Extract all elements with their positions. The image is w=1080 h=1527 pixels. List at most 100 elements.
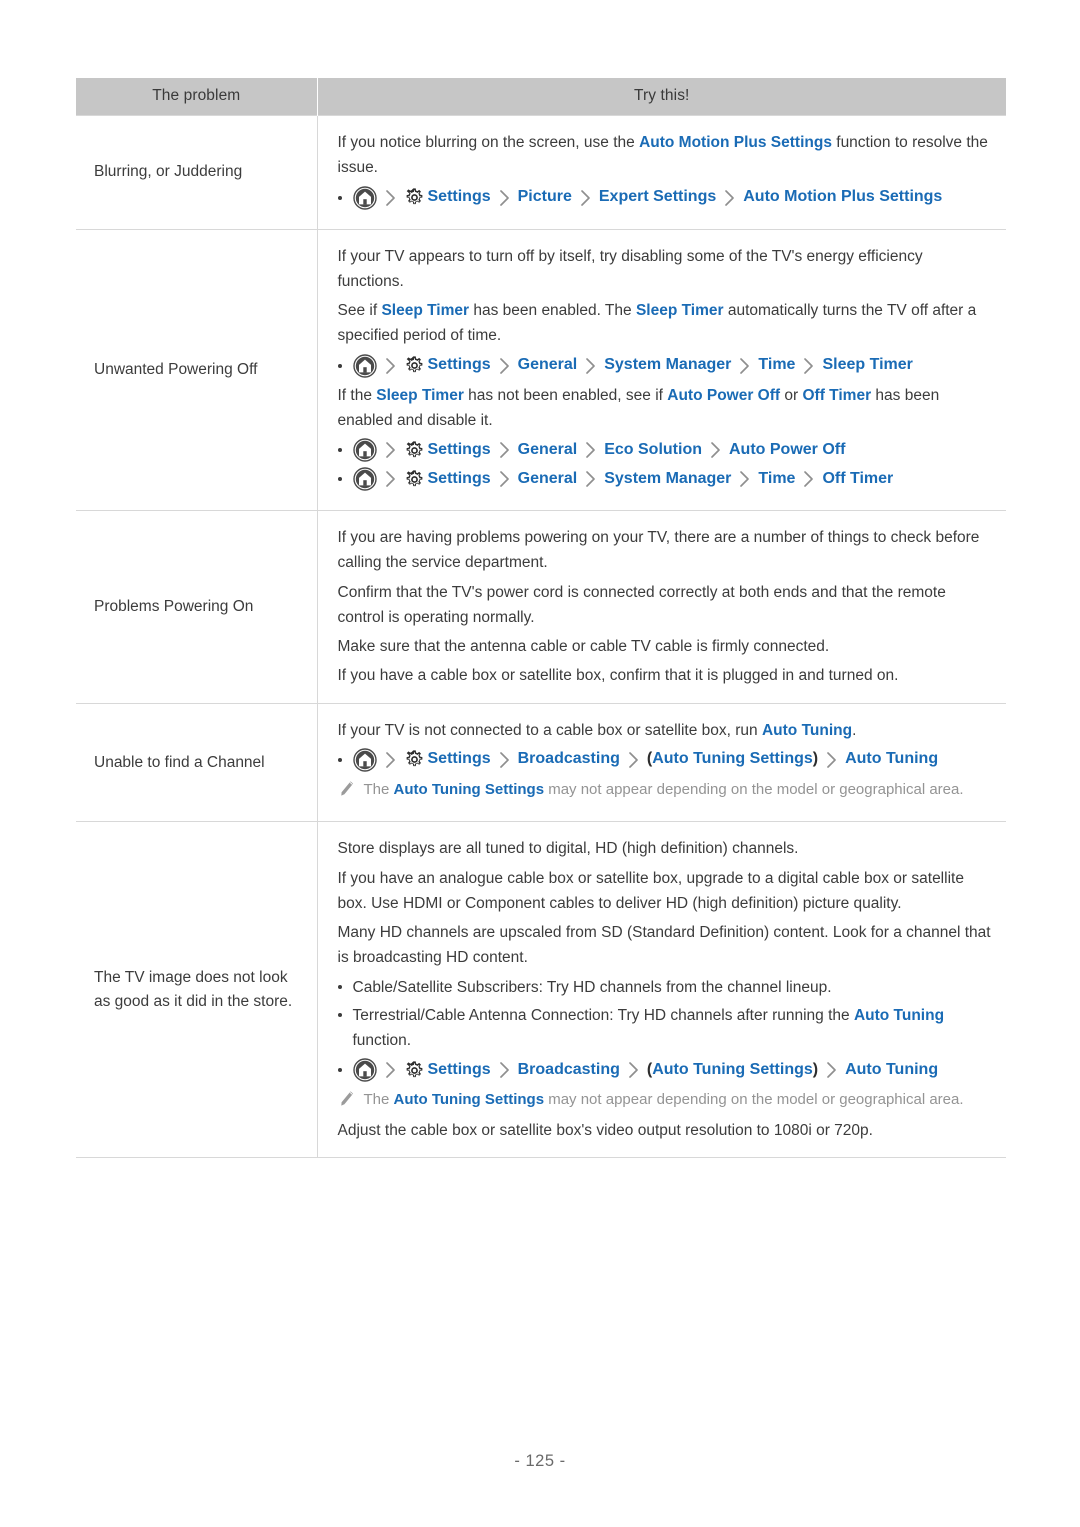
inline-text: Terrestrial/Cable Antenna Connection: Tr… [352, 1006, 854, 1024]
path-segment[interactable]: Settings [428, 355, 491, 376]
path-segment[interactable]: General [518, 440, 578, 461]
settings-path: Settings General Eco Solution Auto Power Of… [337, 438, 993, 462]
solution-paragraph: If you notice blurring on the screen, us… [338, 130, 993, 181]
path-segment[interactable]: Picture [518, 187, 572, 208]
manual-page: The problem Try this! Blurring, or Judde… [0, 0, 1080, 1527]
inline-text: Store displays are all tuned to digital,… [337, 840, 799, 858]
inline-highlight: Sleep Timer [635, 302, 724, 319]
inline-highlight: Auto Tuning Settings [393, 780, 545, 798]
inline-text: Adjust the cable box or satellite box's … [337, 1121, 873, 1139]
solution-paragraph: Adjust the cable box or satellite box's … [338, 1118, 993, 1143]
chevron-right-icon [384, 357, 397, 375]
path-segment[interactable]: System Manager [604, 355, 731, 376]
chevron-right-icon [498, 441, 511, 459]
settings-path: Settings Picture Expert Settings Auto Motio… [337, 185, 993, 210]
inline-highlight: Auto Tuning [853, 1006, 945, 1024]
solution-cell: Store displays are all tuned to digital,… [317, 821, 1006, 1158]
path-segment[interactable]: Time [758, 355, 795, 376]
path-segment[interactable]: (Auto Tuning Settings) [647, 749, 818, 770]
problem-label-line: Problems Powering On [94, 597, 254, 615]
path-segment[interactable]: System Manager [604, 469, 731, 490]
chevron-right-icon [579, 189, 592, 207]
inline-highlight: Sleep Timer [376, 386, 464, 404]
solution-paragraph: See if Sleep Timer has been enabled. The… [338, 298, 993, 349]
inline-text: Many HD channels are upscaled from SD (S… [337, 924, 991, 967]
path-segment[interactable]: Expert Settings [599, 187, 716, 208]
path-segment[interactable]: Auto Motion Plus Settings [743, 187, 942, 208]
chevron-right-icon [498, 1061, 511, 1079]
home-icon [352, 353, 377, 378]
table-body: Blurring, or Juddering If you notice blur… [76, 115, 1006, 1158]
solution-paragraph: Confirm that the TV's power cord is conn… [338, 580, 993, 631]
chevron-right-icon [802, 357, 815, 375]
inline-text: . [852, 721, 857, 739]
inline-text: See if [337, 302, 382, 319]
path-segment[interactable]: Time [758, 469, 795, 490]
path-segment[interactable]: Sleep Timer [822, 355, 912, 376]
inline-text: or [780, 386, 803, 404]
path-segment[interactable]: Broadcasting [518, 1060, 620, 1081]
problem-label-line: Blurring, or Juddering [94, 163, 243, 181]
gear-icon [404, 749, 425, 770]
path-segment[interactable]: Off Timer [822, 469, 893, 490]
inline-text: function. [352, 1032, 412, 1049]
bullet-dot [337, 477, 342, 481]
bullet-dot [337, 757, 342, 762]
page-number: - 125 - [514, 1452, 566, 1470]
path-segment[interactable]: Settings [428, 440, 491, 461]
problem-cell: Problems Powering On [76, 510, 318, 704]
table-row: Unwanted Powering Off If your TV appears … [76, 228, 1006, 511]
solution-paragraph: If the Sleep Timer has not been enabled,… [338, 383, 993, 434]
path-segment[interactable]: Auto Power Off [729, 440, 845, 461]
table-row: Problems Powering On If you are having pr… [76, 510, 1006, 704]
chevron-right-icon [498, 357, 511, 375]
path-segment[interactable]: Settings [428, 1060, 491, 1081]
gear-icon [404, 187, 425, 208]
pencil-note-icon [338, 780, 355, 799]
solution-paragraph: If your TV is not connected to a cable b… [338, 718, 993, 743]
inline-text: If you have a cable box or satellite box… [337, 667, 899, 685]
bullet-dot [337, 195, 342, 200]
inline-text: If you notice blurring on the screen, us… [337, 134, 640, 151]
inline-highlight: Auto Tuning Settings [393, 1091, 545, 1109]
solution-paragraph: If you have an analogue cable box or sat… [338, 866, 993, 917]
inline-text: Make sure that the antenna cable or cabl… [337, 638, 830, 655]
table-row: The TV image does not look as good as it … [76, 821, 1006, 1158]
inline-highlight: Auto Tuning [761, 721, 853, 739]
solution-paragraph: Make sure that the antenna cable or cabl… [338, 634, 993, 659]
settings-path: Settings Broadcasting (Auto Tuning Setting… [337, 1058, 993, 1082]
home-icon [352, 1058, 377, 1082]
chevron-right-icon [384, 441, 397, 459]
path-segment[interactable]: Auto Tuning [845, 1060, 938, 1081]
gear-icon [404, 1060, 425, 1081]
solution-paragraph: If your TV appears to turn off by itself… [338, 244, 993, 295]
chevron-right-icon [384, 1061, 397, 1079]
solution-paragraph: Store displays are all tuned to digital,… [338, 836, 993, 861]
path-segment[interactable]: Broadcasting [518, 749, 620, 770]
path-segment[interactable]: Eco Solution [604, 440, 702, 461]
inline-text: If you have an analogue cable box or sat… [337, 869, 964, 912]
chevron-right-icon [384, 189, 397, 207]
problem-label-line: Unwanted Powering Off [94, 360, 258, 378]
solution-cell: If you notice blurring on the screen, us… [317, 115, 1006, 230]
chevron-right-icon [738, 470, 751, 488]
gear-icon [404, 469, 425, 490]
column-header-problem: The problem [76, 78, 318, 116]
problem-cell: The TV image does not look as good as it … [76, 821, 318, 1158]
chevron-right-icon [498, 751, 511, 769]
path-segment[interactable]: Auto Tuning [845, 749, 938, 770]
path-segment[interactable]: Settings [428, 469, 491, 490]
table-header-row: The problem Try this! [76, 78, 1006, 116]
solution-cell: If your TV is not connected to a cable b… [317, 702, 1006, 823]
path-segment[interactable]: General [518, 469, 578, 490]
chevron-right-icon [627, 751, 640, 769]
note-text: The Auto Tuning Settings may not appear … [364, 1089, 993, 1112]
bullet-dot [337, 363, 342, 368]
path-segment[interactable]: Settings [428, 187, 491, 208]
path-segment[interactable]: (Auto Tuning Settings) [647, 1060, 818, 1081]
table-head: The problem Try this! [76, 78, 1006, 116]
problem-label-line: Unable to find a Channel [94, 753, 265, 771]
solution-paragraph: Many HD channels are upscaled from SD (S… [338, 920, 993, 971]
path-segment[interactable]: General [518, 355, 578, 376]
path-segment[interactable]: Settings [428, 749, 491, 770]
